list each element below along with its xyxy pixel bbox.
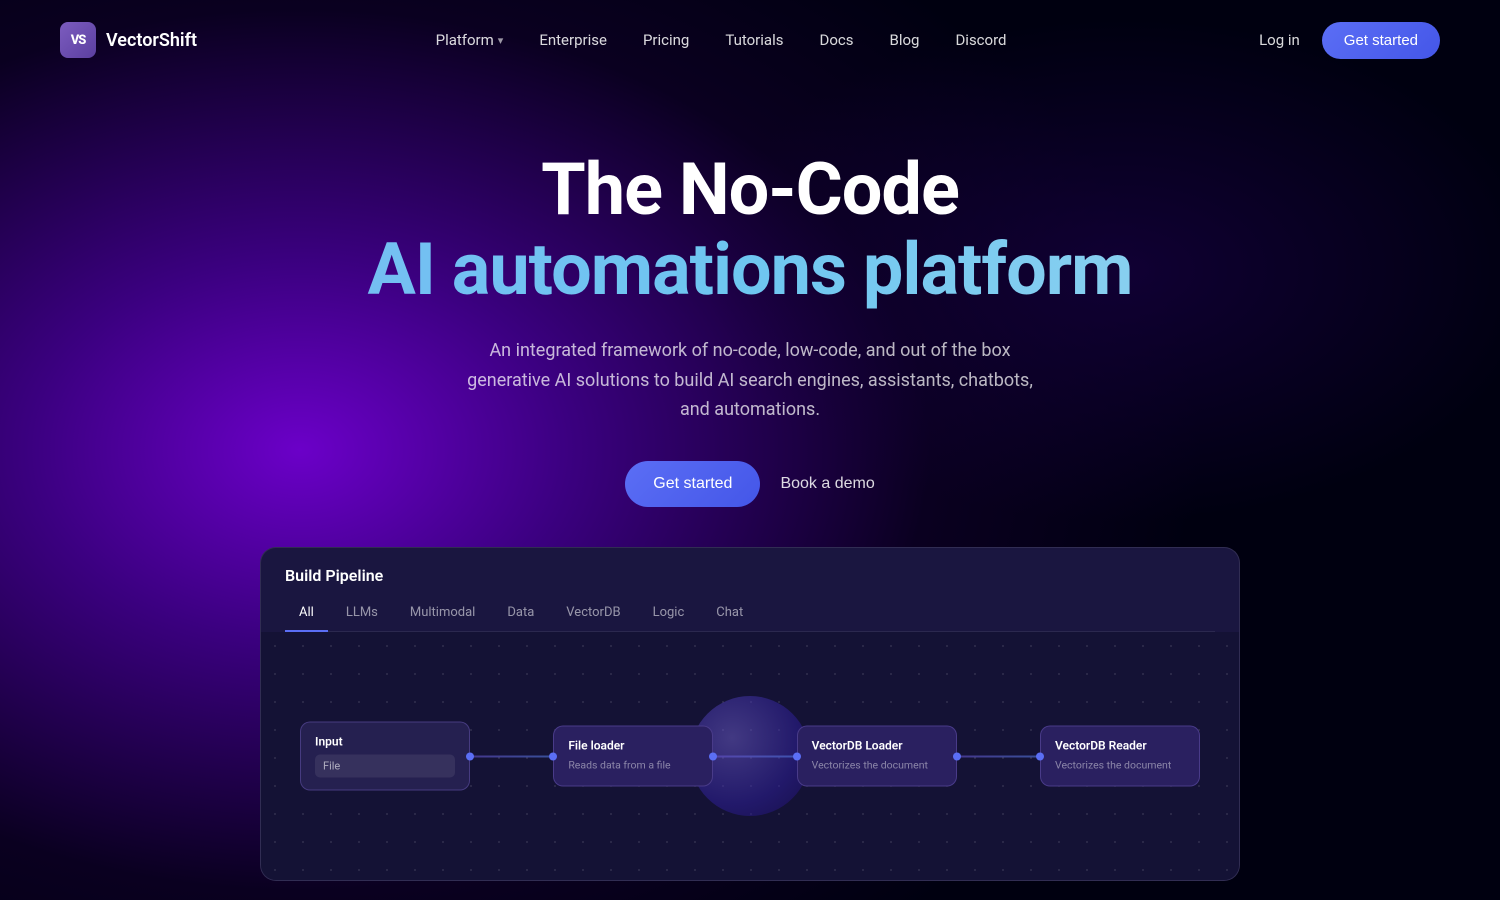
book-demo-button[interactable]: Book a demo (780, 475, 874, 493)
nav-docs[interactable]: Docs (805, 23, 867, 57)
logo-name: VectorShift (106, 30, 197, 51)
node-input: Input File (300, 722, 470, 791)
logo[interactable]: VS VectorShift (60, 22, 197, 58)
node-input-field: File (315, 755, 455, 778)
connector-1 (470, 755, 553, 757)
node-file-loader: File loader Reads data from a file (553, 726, 713, 787)
node-vectordb-reader-desc: Vectorizes the document (1055, 759, 1185, 774)
hero-title-line2: AI automations platform (0, 229, 1500, 312)
tab-vectordb[interactable]: VectorDB (552, 599, 634, 632)
connector-2 (713, 755, 796, 757)
pipeline-card: Build Pipeline All LLMs Multimodal Data … (260, 547, 1240, 881)
nav-enterprise[interactable]: Enterprise (525, 23, 621, 57)
nav-discord[interactable]: Discord (941, 23, 1020, 57)
tab-chat[interactable]: Chat (702, 599, 757, 632)
node-input-title: Input (315, 735, 455, 749)
get-started-button-hero[interactable]: Get started (625, 461, 760, 507)
hero-section: The No-Code AI automations platform An i… (0, 80, 1500, 507)
login-button[interactable]: Log in (1245, 23, 1314, 57)
nav-blog[interactable]: Blog (875, 23, 933, 57)
tab-all[interactable]: All (285, 599, 328, 632)
hero-subtitle: An integrated framework of no-code, low-… (460, 336, 1040, 425)
nav-actions: Log in Get started (1245, 22, 1440, 59)
node-vectordb-loader: VectorDB Loader Vectorizes the document (797, 726, 957, 787)
tab-llms[interactable]: LLMs (332, 599, 392, 632)
hero-title: The No-Code AI automations platform (0, 150, 1500, 312)
tab-data[interactable]: Data (493, 599, 548, 632)
connector-3 (957, 755, 1040, 757)
nav-links: Platform ▾ Enterprise Pricing Tutorials … (422, 23, 1021, 57)
nodes-container: Input File File loader Reads data from a… (300, 722, 1200, 791)
tab-logic[interactable]: Logic (639, 599, 699, 632)
node-vectordb-loader-desc: Vectorizes the document (812, 759, 942, 774)
pipeline-title: Build Pipeline (285, 566, 1215, 585)
logo-icon: VS (60, 22, 96, 58)
nav-tutorials[interactable]: Tutorials (711, 23, 797, 57)
node-vectordb-reader-title: VectorDB Reader (1055, 739, 1185, 753)
chevron-down-icon: ▾ (498, 34, 504, 47)
pipeline-canvas: Input File File loader Reads data from a… (261, 632, 1239, 880)
node-file-loader-title: File loader (568, 739, 698, 753)
nav-pricing[interactable]: Pricing (629, 23, 703, 57)
pipeline-tabs: All LLMs Multimodal Data VectorDB Logic … (285, 599, 1215, 632)
hero-buttons: Get started Book a demo (0, 461, 1500, 507)
hero-title-line1: The No-Code (0, 150, 1500, 229)
nav-platform[interactable]: Platform ▾ (422, 23, 518, 57)
pipeline-header: Build Pipeline All LLMs Multimodal Data … (261, 548, 1239, 632)
node-vectordb-loader-title: VectorDB Loader (812, 739, 942, 753)
tab-multimodal[interactable]: Multimodal (396, 599, 489, 632)
node-file-loader-desc: Reads data from a file (568, 759, 698, 774)
get-started-button-nav[interactable]: Get started (1322, 22, 1440, 59)
node-vectordb-reader: VectorDB Reader Vectorizes the document (1040, 726, 1200, 787)
navbar: VS VectorShift Platform ▾ Enterprise Pri… (0, 0, 1500, 80)
